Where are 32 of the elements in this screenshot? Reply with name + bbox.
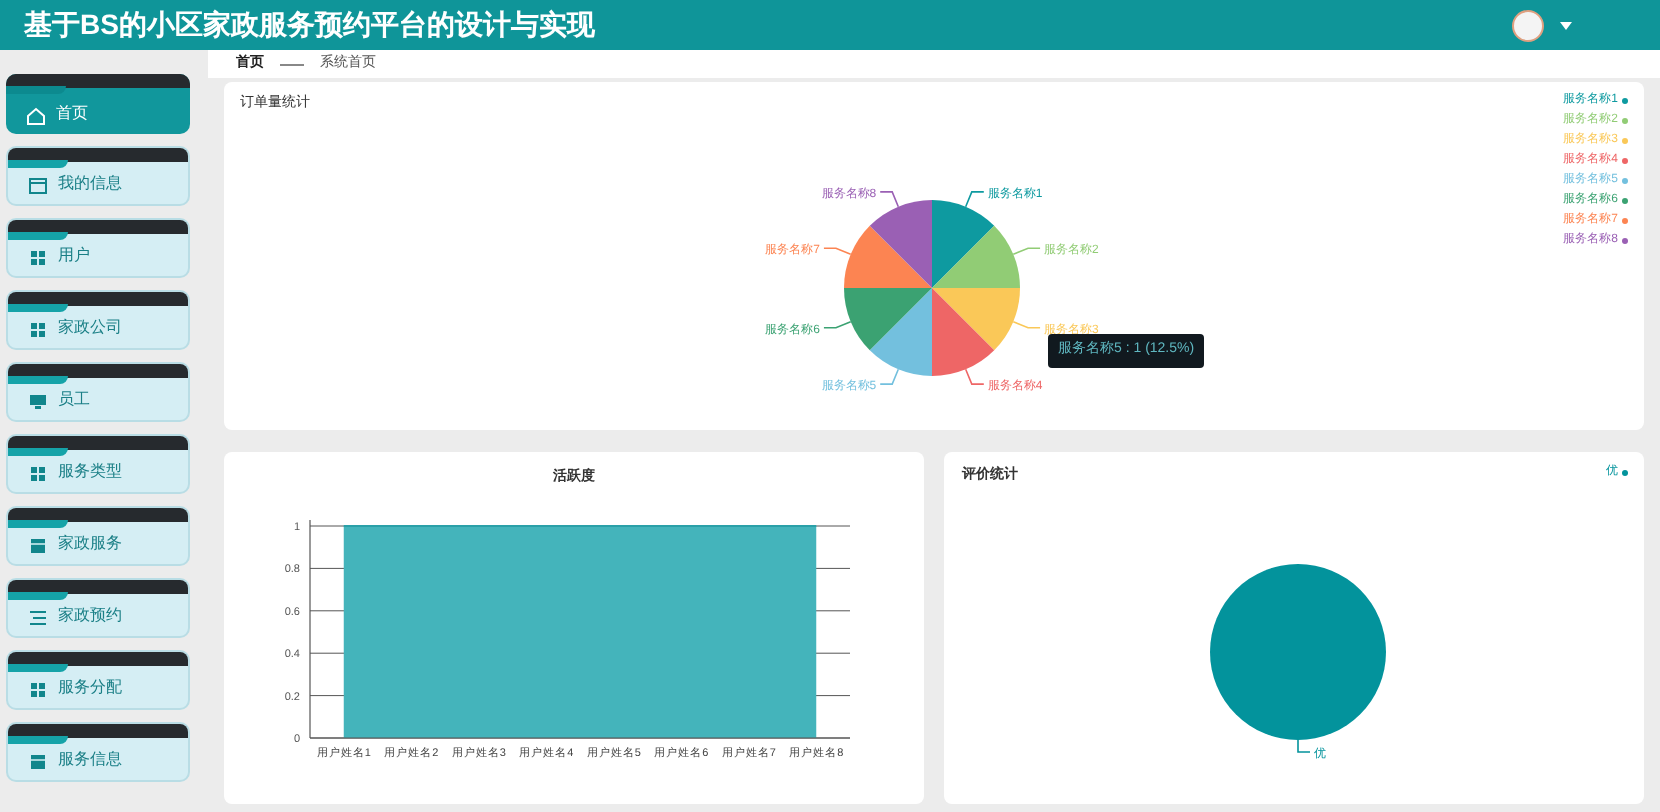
box-icon bbox=[28, 536, 48, 556]
box-icon bbox=[28, 752, 48, 772]
sidebar-item[interactable]: 服务分配 bbox=[6, 650, 190, 710]
sidebar-item[interactable]: 首页 bbox=[6, 74, 190, 134]
sidebar-item[interactable]: 家政公司 bbox=[6, 290, 190, 350]
leader-line bbox=[1297, 739, 1311, 753]
monitor-icon bbox=[28, 392, 48, 412]
leader-line bbox=[879, 368, 900, 385]
sidebar-item[interactable]: 我的信息 bbox=[6, 146, 190, 206]
leader-line bbox=[964, 368, 985, 385]
avatar-icon[interactable] bbox=[1512, 9, 1544, 41]
grid-icon bbox=[28, 680, 48, 700]
grid-icon bbox=[28, 320, 48, 340]
sidebar-item[interactable]: 家政预约 bbox=[6, 578, 190, 638]
leader-line bbox=[1012, 247, 1041, 256]
window-icon bbox=[28, 176, 48, 196]
grid-icon bbox=[28, 248, 48, 268]
sidebar-item[interactable]: 员工 bbox=[6, 362, 190, 422]
leader-line bbox=[823, 320, 852, 329]
leader-line bbox=[964, 191, 985, 208]
home-icon bbox=[26, 106, 46, 126]
app-title: 基于BS的小区家政服务预约平台的设计与实现 bbox=[24, 6, 595, 44]
leader-line bbox=[879, 191, 900, 208]
leader-line bbox=[1012, 320, 1041, 329]
sidebar-item[interactable]: 服务信息 bbox=[6, 722, 190, 782]
sidebar-item[interactable]: 用户 bbox=[6, 218, 190, 278]
list-icon bbox=[28, 608, 48, 628]
grid-icon bbox=[28, 464, 48, 484]
leader-line bbox=[823, 247, 852, 256]
caret-icon[interactable] bbox=[1560, 21, 1572, 29]
sidebar-item[interactable]: 服务类型 bbox=[6, 434, 190, 494]
sidebar-item[interactable]: 家政服务 bbox=[6, 506, 190, 566]
